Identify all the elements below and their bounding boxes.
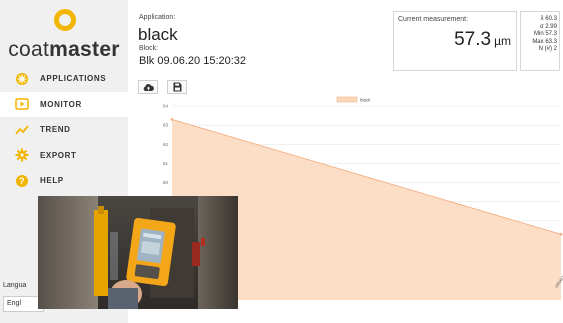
y-tick-label: 60 <box>163 180 169 185</box>
gauge-device-image <box>38 196 238 309</box>
legend-swatch <box>336 96 358 103</box>
y-tick-label: 63 <box>163 123 169 128</box>
legend-label: black <box>360 97 371 102</box>
data-point <box>559 232 563 236</box>
y-tick-label: 62 <box>163 142 169 147</box>
data-point <box>170 118 174 121</box>
y-tick-label: 61 <box>163 161 169 166</box>
y-tick-label: 64 <box>163 104 169 109</box>
device-photo <box>38 196 238 309</box>
